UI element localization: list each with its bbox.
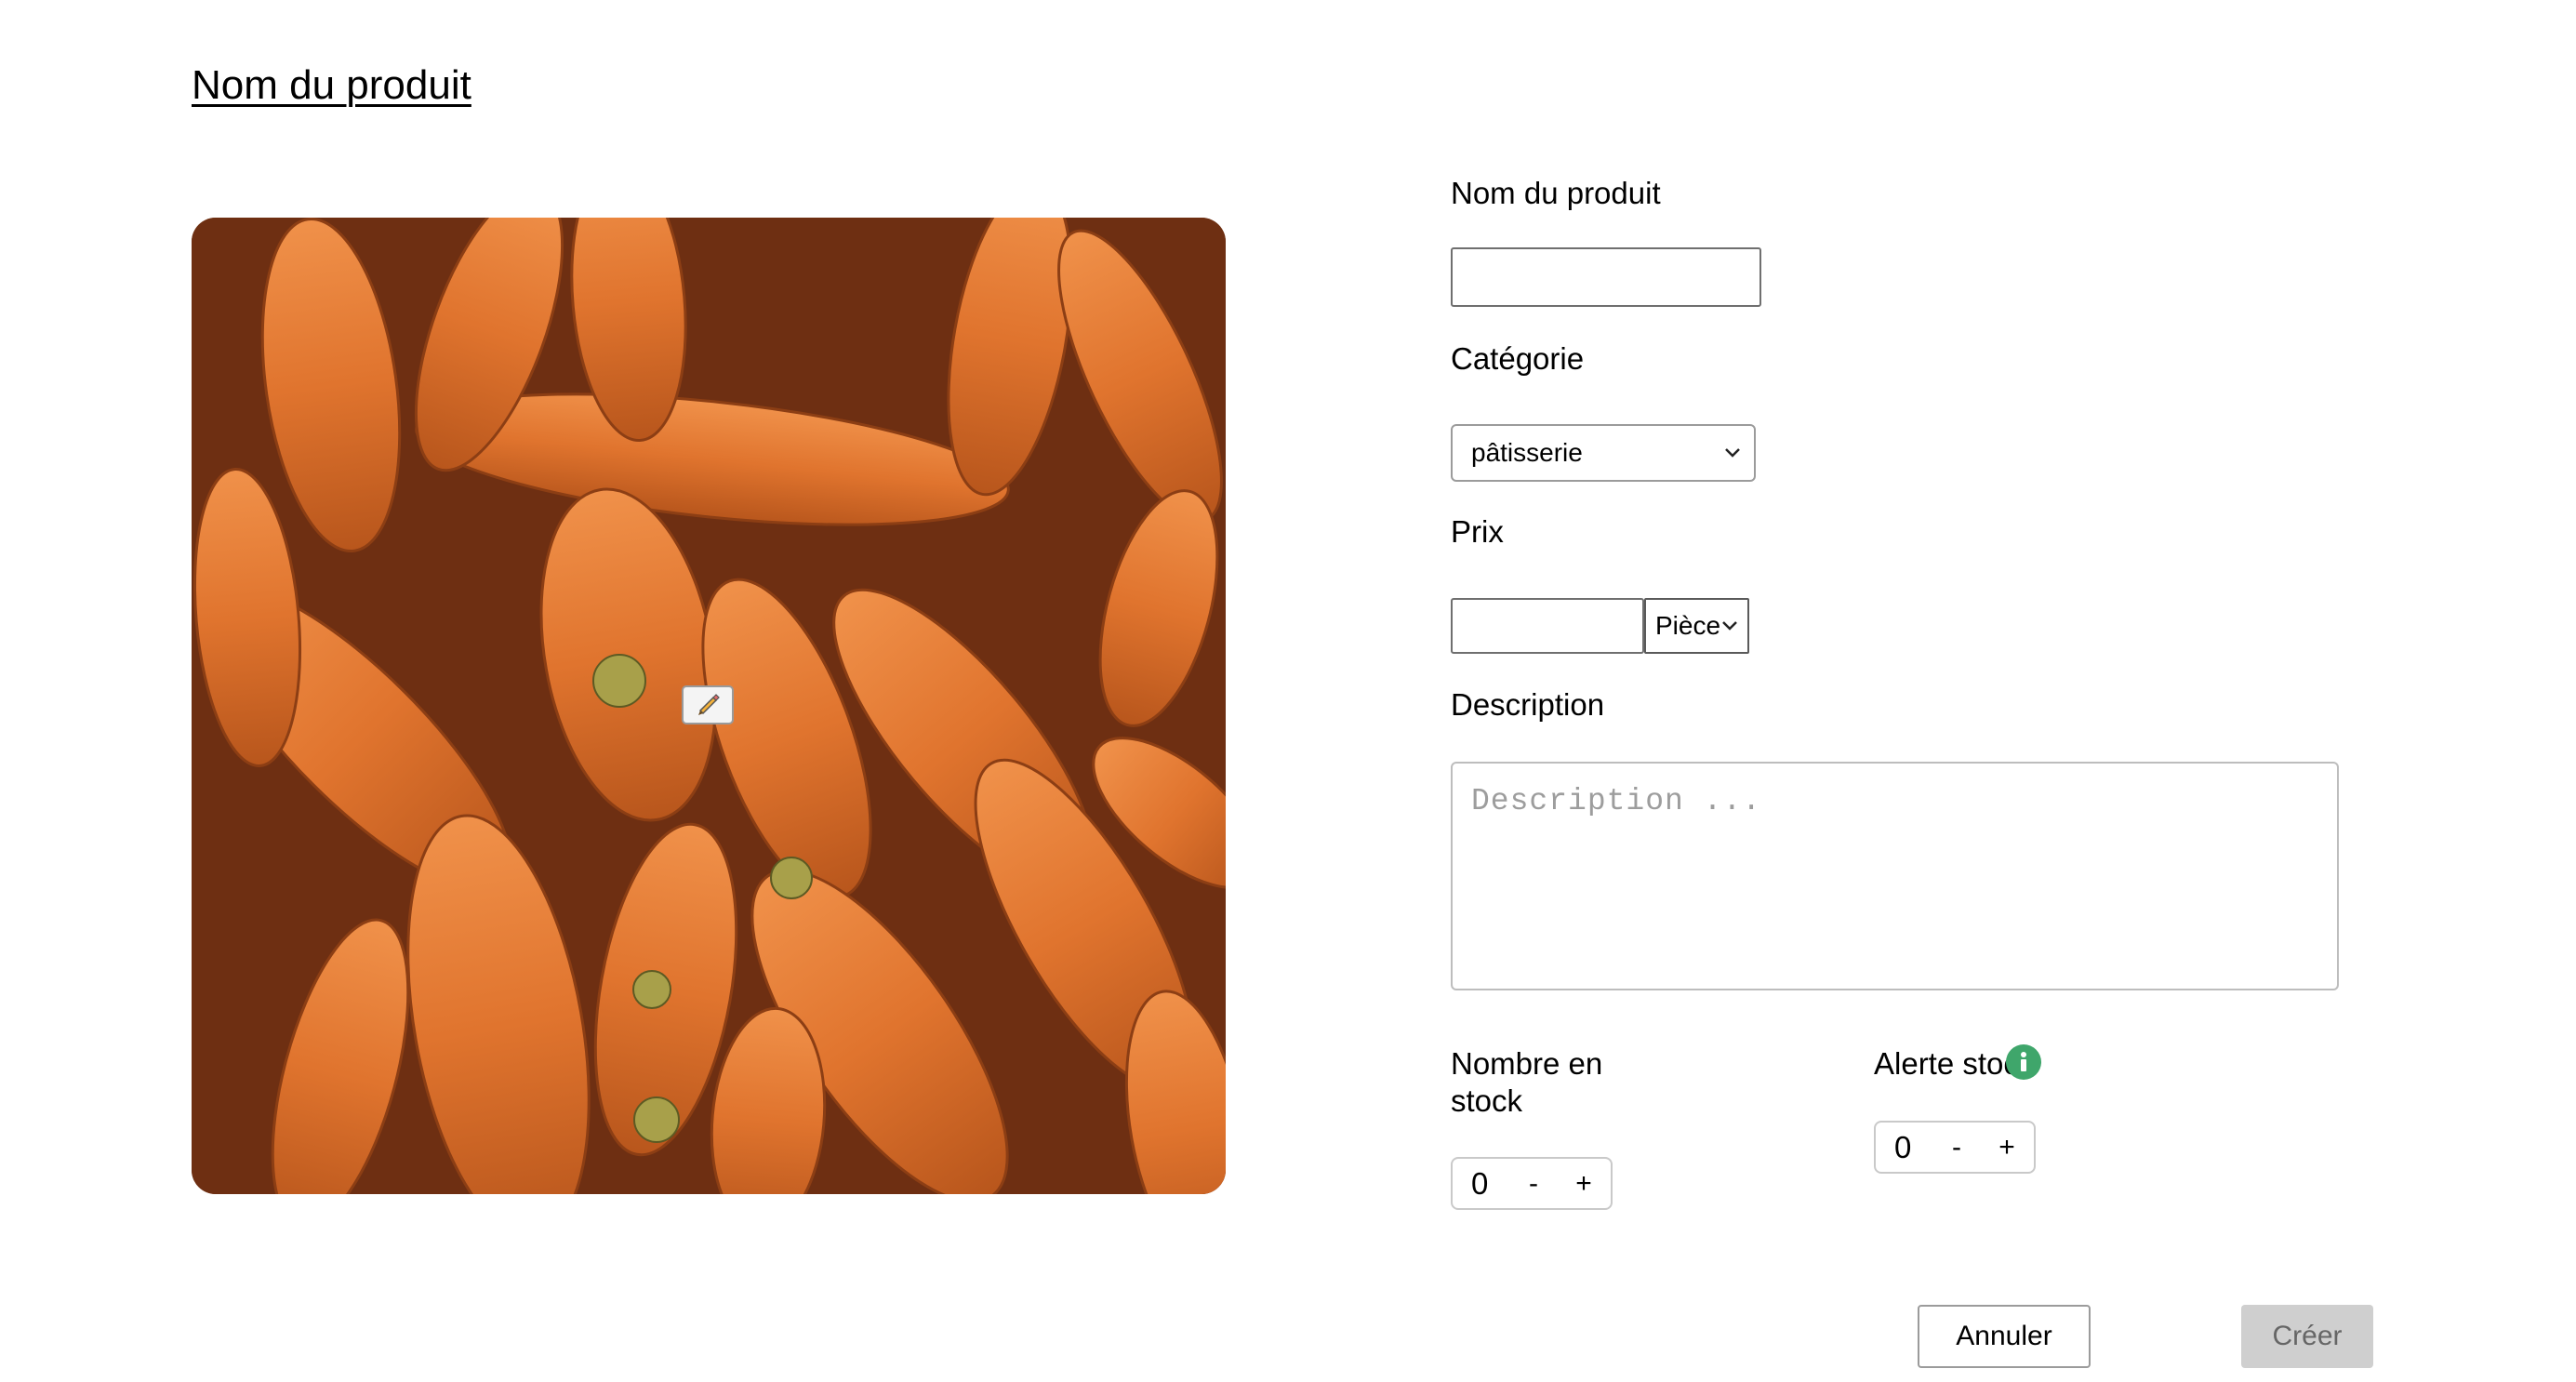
stock-label: Nombre en stock — [1451, 1045, 1602, 1119]
price-input[interactable] — [1451, 598, 1644, 654]
info-icon[interactable] — [2006, 1044, 2041, 1080]
edit-image-button[interactable] — [682, 685, 734, 724]
stock-label-line1: Nombre en — [1451, 1046, 1603, 1081]
product-name-input[interactable] — [1451, 247, 1761, 307]
category-selected-value: pâtisserie — [1471, 438, 1583, 467]
description-textarea[interactable] — [1451, 762, 2339, 990]
stock-value[interactable]: 0 — [1453, 1166, 1508, 1202]
stock-decrement-button[interactable]: - — [1508, 1168, 1559, 1200]
stock-increment-button[interactable]: + — [1559, 1168, 1609, 1200]
category-label: Catégorie — [1451, 341, 1585, 376]
price-unit-select[interactable]: Pièce — [1644, 598, 1749, 654]
page-title: Nom du produit — [192, 62, 471, 108]
stock-alert-stepper[interactable]: 0 - + — [1874, 1121, 2036, 1174]
info-glyph — [2021, 1052, 2026, 1071]
pencil-icon — [698, 694, 720, 715]
stock-stepper[interactable]: 0 - + — [1451, 1157, 1613, 1210]
product-name-label: Nom du produit — [1451, 176, 1661, 210]
stock-alert-decrement-button[interactable]: - — [1932, 1132, 1982, 1163]
category-select[interactable]: pâtisserie — [1451, 424, 1756, 482]
stock-alert-increment-button[interactable]: + — [1982, 1132, 2032, 1163]
chevron-down-icon — [1725, 448, 1740, 458]
cancel-button[interactable]: Annuler — [1918, 1305, 2091, 1368]
stock-label-line2: stock — [1451, 1083, 1523, 1118]
chevron-down-icon — [1722, 621, 1737, 631]
description-label: Description — [1451, 687, 1605, 722]
price-label: Prix — [1451, 514, 1504, 549]
stock-alert-value[interactable]: 0 — [1876, 1130, 1932, 1165]
create-button[interactable]: Créer — [2241, 1305, 2373, 1368]
price-unit-selected-value: Pièce — [1655, 611, 1721, 640]
